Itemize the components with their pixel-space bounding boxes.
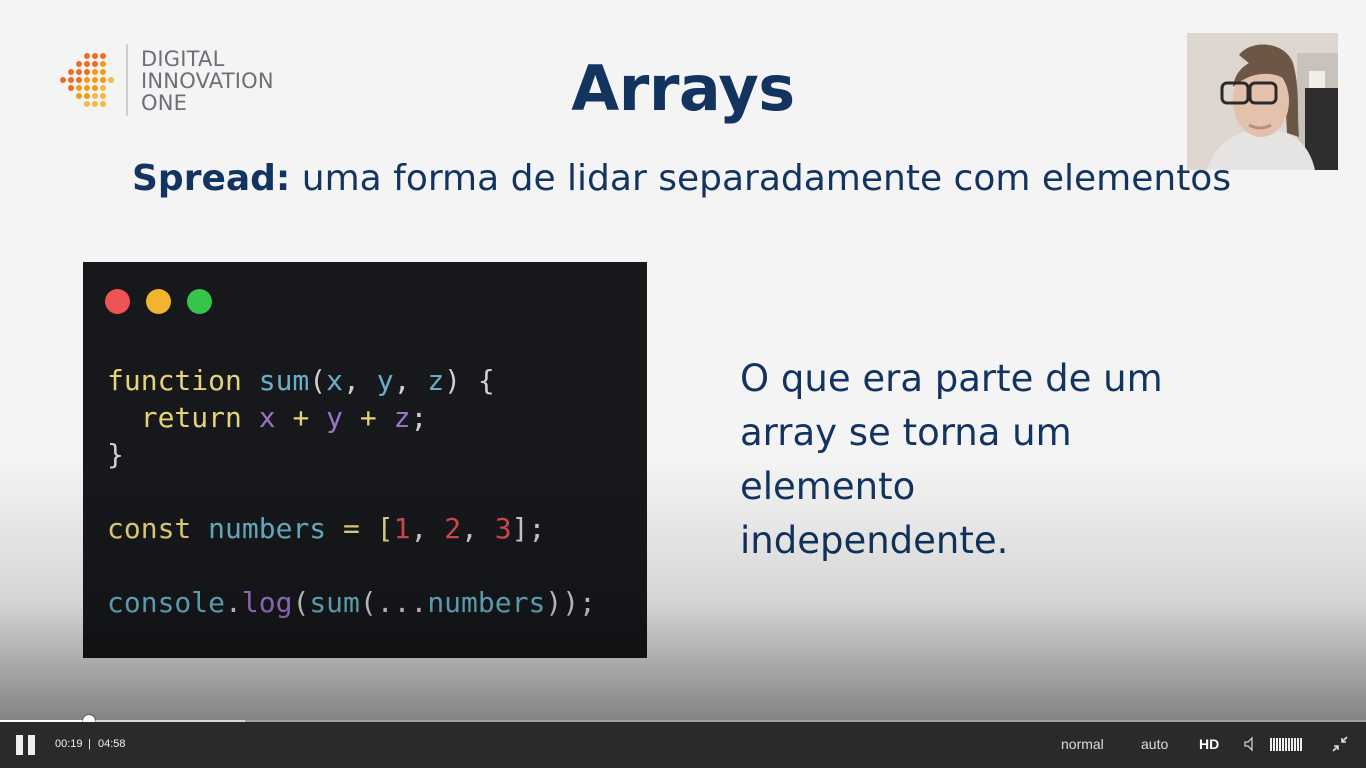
code-token: z bbox=[393, 401, 411, 434]
subtitle-text: uma forma de lidar separadamente com ele… bbox=[290, 158, 1232, 199]
code-token: y bbox=[326, 401, 344, 434]
duration: 04:58 bbox=[98, 738, 126, 750]
hd-button[interactable]: HD bbox=[1199, 736, 1219, 752]
video-frame[interactable]: DIGITAL INNOVATION ONE Arrays Spread: um… bbox=[0, 0, 1366, 768]
code-token: x bbox=[258, 401, 276, 434]
description-line: O que era parte de um bbox=[740, 357, 1163, 400]
quality-auto-button[interactable]: auto bbox=[1141, 736, 1168, 752]
code-token: return bbox=[140, 401, 242, 434]
subtitle-keyword: Spread: bbox=[132, 158, 291, 199]
code-token: . bbox=[225, 586, 242, 619]
window-dot-green bbox=[187, 289, 212, 314]
code-token: numbers bbox=[208, 512, 327, 545]
volume-level-bar bbox=[1273, 738, 1275, 751]
window-dot-red bbox=[105, 289, 130, 314]
code-token: 2 bbox=[444, 512, 462, 545]
volume-level-bar bbox=[1285, 738, 1287, 751]
code-token: 3 bbox=[494, 512, 512, 545]
time-separator: | bbox=[88, 738, 91, 750]
code-token: y bbox=[376, 364, 394, 397]
volume-level-bar bbox=[1297, 738, 1299, 751]
code-token: x bbox=[326, 364, 344, 397]
code-token: , bbox=[461, 512, 495, 545]
volume-level-bar bbox=[1276, 738, 1278, 751]
slide-subtitle: Spread: uma forma de lidar separadamente… bbox=[132, 158, 1231, 199]
code-token: + bbox=[275, 401, 327, 434]
code-token: , bbox=[393, 364, 428, 397]
exit-fullscreen-icon[interactable] bbox=[1331, 735, 1349, 753]
current-time: 00:19 bbox=[55, 738, 83, 750]
volume-level-bar bbox=[1270, 738, 1272, 751]
slide-title: Arrays bbox=[571, 52, 795, 125]
description-line: array se torna um bbox=[740, 411, 1072, 454]
code-token: , bbox=[410, 512, 445, 545]
code-token: , bbox=[343, 364, 377, 397]
code-token: ; bbox=[410, 401, 428, 434]
description-line: elemento bbox=[740, 465, 916, 508]
code-line-3: } bbox=[107, 438, 124, 471]
window-dot-yellow bbox=[146, 289, 171, 314]
playback-speed-button[interactable]: normal bbox=[1061, 736, 1104, 752]
volume-level-bar bbox=[1294, 738, 1296, 751]
code-token: sum bbox=[258, 364, 310, 397]
description-line: independente. bbox=[740, 519, 1009, 562]
volume-level-bar bbox=[1282, 738, 1284, 751]
volume-slider[interactable] bbox=[1270, 738, 1303, 751]
code-token: z bbox=[427, 364, 445, 397]
code-block: function sum(x, y, z) { return x + y + z… bbox=[107, 362, 596, 621]
code-token: + bbox=[343, 401, 394, 434]
code-token: log bbox=[241, 586, 293, 619]
code-token: numbers bbox=[427, 586, 546, 619]
code-window: function sum(x, y, z) { return x + y + z… bbox=[83, 262, 647, 658]
code-token: )); bbox=[545, 586, 596, 619]
code-token: 1 bbox=[393, 512, 411, 545]
code-line-5: const numbers = [1, 2, 3]; bbox=[107, 512, 545, 545]
code-token: function bbox=[107, 364, 242, 397]
presenter-webcam bbox=[1187, 33, 1338, 170]
volume-level-bar bbox=[1279, 738, 1281, 751]
presenter-image bbox=[1187, 33, 1338, 170]
code-token: ]; bbox=[511, 512, 546, 545]
volume-icon[interactable] bbox=[1243, 736, 1259, 752]
pause-button[interactable] bbox=[16, 735, 36, 755]
code-token: = [ bbox=[326, 512, 394, 545]
code-token: sum bbox=[309, 586, 360, 619]
volume-level-bar bbox=[1291, 738, 1293, 751]
code-token: ( bbox=[292, 586, 310, 619]
player-controls: 00:19 | 04:58 normal auto HD bbox=[0, 722, 1366, 768]
slide-description: O que era parte de um array se torna um … bbox=[740, 352, 1200, 568]
code-token: const bbox=[107, 512, 192, 545]
code-token: ( bbox=[309, 364, 327, 397]
volume-level-bar bbox=[1288, 738, 1290, 751]
volume-level-bar bbox=[1300, 738, 1302, 751]
code-line-7: console.log(sum(...numbers)); bbox=[107, 586, 596, 619]
code-token: console bbox=[107, 586, 226, 619]
code-token: (... bbox=[359, 586, 428, 619]
code-line-2: return x + y + z; bbox=[107, 401, 428, 434]
code-token: ) { bbox=[444, 364, 495, 397]
code-line-1: function sum(x, y, z) { bbox=[107, 364, 495, 397]
